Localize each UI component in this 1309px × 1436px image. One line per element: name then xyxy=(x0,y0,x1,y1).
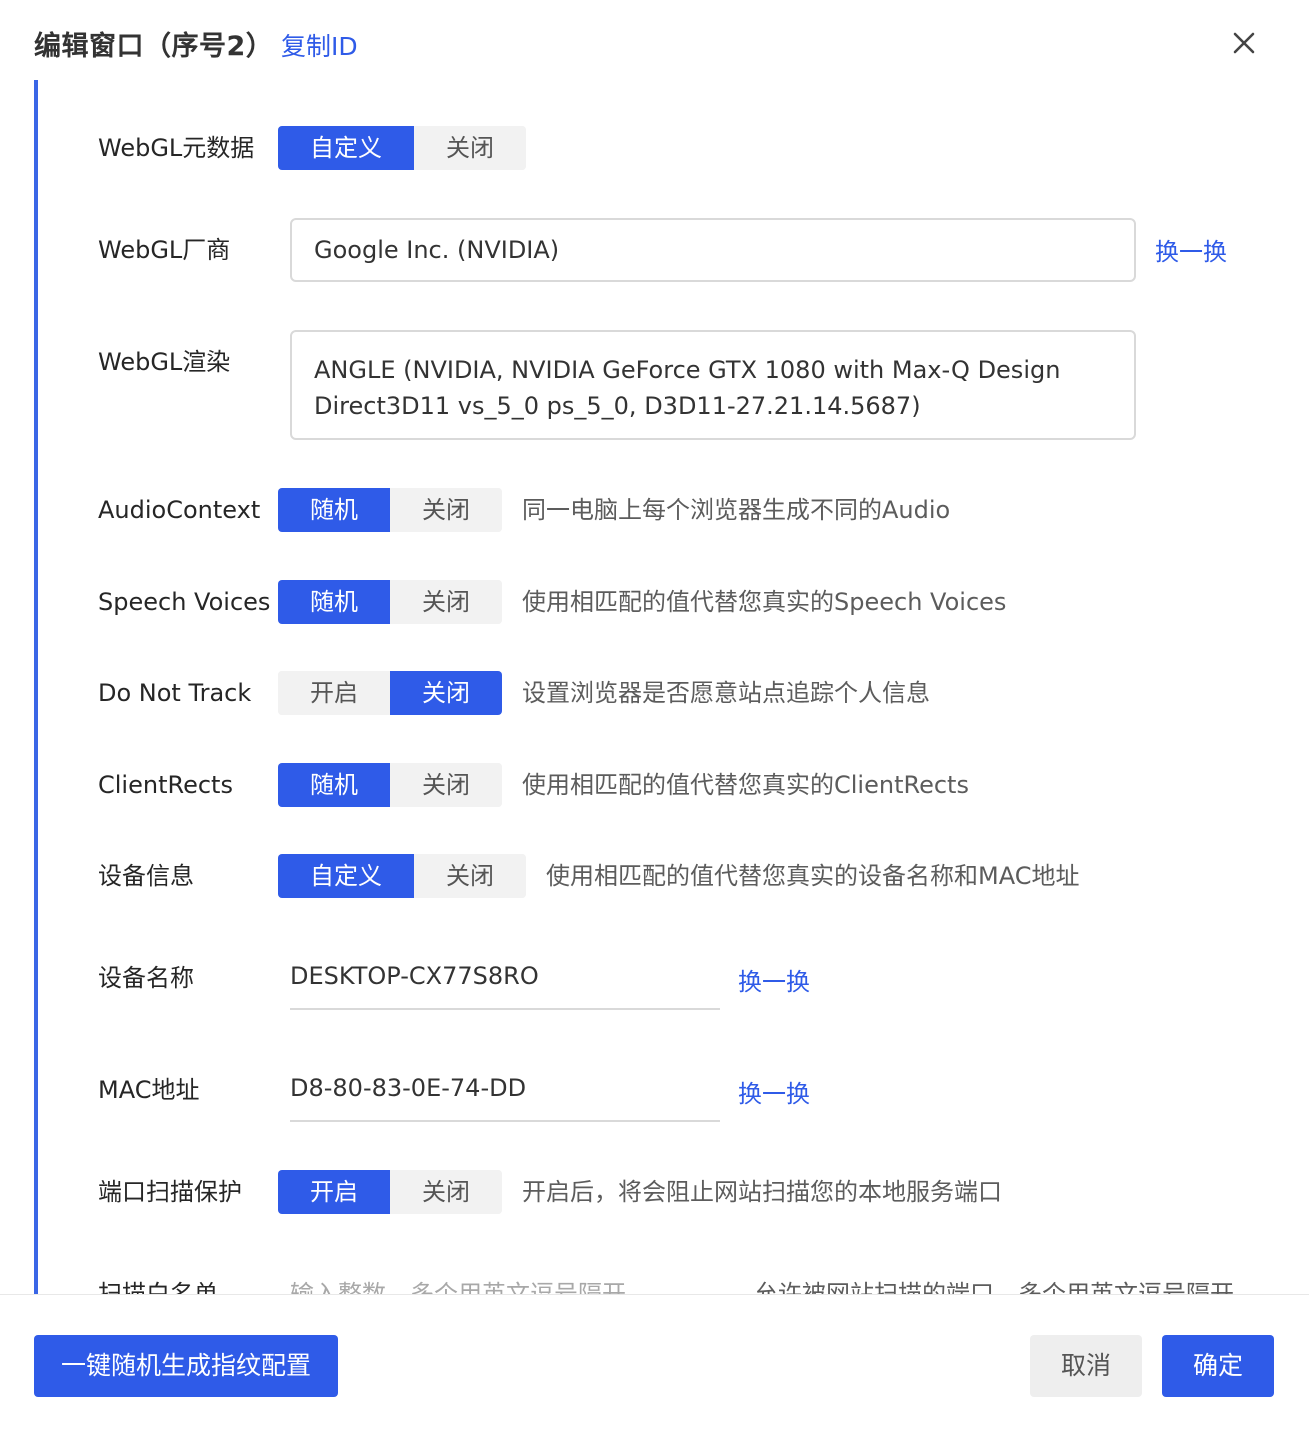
row-webgl-render: WebGL渲染 ANGLE (NVIDIA, NVIDIA GeForce GT… xyxy=(98,330,1278,440)
label-mac-address: MAC地址 xyxy=(98,1076,200,1104)
row-mac-address: MAC地址 D8-80-83-0E-74-DD 换一换 xyxy=(98,1068,1278,1124)
label-client-rects: ClientRects xyxy=(98,771,233,799)
close-button[interactable] xyxy=(1225,24,1263,62)
row-client-rects: ClientRects 随机 关闭 使用相匹配的值代替您真实的ClientRec… xyxy=(98,763,1278,813)
row-do-not-track: Do Not Track 开启 关闭 设置浏览器是否愿意站点追踪个人信息 xyxy=(98,671,1278,721)
row-speech-voices: Speech Voices 随机 关闭 使用相匹配的值代替您真实的Speech … xyxy=(98,580,1278,630)
segment-audio-context: 随机 关闭 xyxy=(278,488,502,532)
option-client-rects-off[interactable]: 关闭 xyxy=(390,763,502,807)
scan-whitelist-input[interactable]: 输入整数，多个用英文逗号隔开 xyxy=(290,1272,626,1294)
label-speech-voices: Speech Voices xyxy=(98,588,271,616)
dialog-header: 编辑窗口（序号2） 复制ID xyxy=(0,0,1309,80)
device-name-input[interactable]: DESKTOP-CX77S8RO xyxy=(290,956,720,1010)
desc-scan-whitelist: 允许被网站扫描的端口，多个用英文逗号隔开 xyxy=(754,1280,1234,1294)
cancel-button[interactable]: 取消 xyxy=(1030,1335,1142,1397)
option-dnt-off[interactable]: 关闭 xyxy=(390,671,502,715)
mac-address-swap-link[interactable]: 换一换 xyxy=(738,1074,810,1109)
option-audio-off[interactable]: 关闭 xyxy=(390,488,502,532)
option-speech-off[interactable]: 关闭 xyxy=(390,580,502,624)
label-webgl-meta: WebGL元数据 xyxy=(98,134,255,162)
label-scan-whitelist: 扫描白名单 xyxy=(98,1280,218,1294)
mac-address-input[interactable]: D8-80-83-0E-74-DD xyxy=(290,1068,720,1122)
settings-scroll-area[interactable]: WebGL元数据 自定义 关闭 WebGL厂商 Google Inc. (NVI… xyxy=(0,0,1309,1294)
dialog-title: 编辑窗口（序号2） xyxy=(34,31,274,62)
label-webgl-render: WebGL渲染 xyxy=(98,348,231,376)
confirm-button[interactable]: 确定 xyxy=(1162,1335,1274,1397)
random-fingerprint-button[interactable]: 一键随机生成指纹配置 xyxy=(34,1335,338,1397)
option-device-info-off[interactable]: 关闭 xyxy=(414,854,526,898)
option-device-info-custom[interactable]: 自定义 xyxy=(278,854,414,898)
copy-id-link[interactable]: 复制ID xyxy=(281,27,358,63)
option-speech-random[interactable]: 随机 xyxy=(278,580,390,624)
label-audio-context: AudioContext xyxy=(98,496,261,524)
label-port-protect: 端口扫描保护 xyxy=(98,1178,242,1206)
desc-client-rects: 使用相匹配的值代替您真实的ClientRects xyxy=(522,771,969,799)
label-do-not-track: Do Not Track xyxy=(98,679,252,707)
row-webgl-meta: WebGL元数据 自定义 关闭 xyxy=(98,126,1278,176)
webgl-vendor-swap-link[interactable]: 换一换 xyxy=(1155,232,1227,267)
webgl-render-line-2: Direct3D11 vs_5_0 ps_5_0, D3D11-27.21.14… xyxy=(314,392,921,420)
segment-speech-voices: 随机 关闭 xyxy=(278,580,502,624)
segment-do-not-track: 开启 关闭 xyxy=(278,671,502,715)
device-name-swap-link[interactable]: 换一换 xyxy=(738,962,810,997)
desc-device-info: 使用相匹配的值代替您真实的设备名称和MAC地址 xyxy=(546,862,1080,890)
desc-audio-context: 同一电脑上每个浏览器生成不同的Audio xyxy=(522,496,951,524)
option-webgl-meta-off[interactable]: 关闭 xyxy=(414,126,526,170)
row-device-info: 设备信息 自定义 关闭 使用相匹配的值代替您真实的设备名称和MAC地址 xyxy=(98,854,1278,904)
segment-webgl-meta: 自定义 关闭 xyxy=(278,126,526,170)
option-port-protect-off[interactable]: 关闭 xyxy=(390,1170,502,1214)
dialog-footer: 一键随机生成指纹配置 取消 确定 xyxy=(0,1294,1309,1436)
label-device-info: 设备信息 xyxy=(98,862,194,890)
label-device-name: 设备名称 xyxy=(98,964,194,992)
row-webgl-vendor: WebGL厂商 Google Inc. (NVIDIA) 换一换 xyxy=(98,218,1278,282)
label-webgl-vendor: WebGL厂商 xyxy=(98,236,231,264)
webgl-render-line-1: ANGLE (NVIDIA, NVIDIA GeForce GTX 1080 w… xyxy=(314,356,1061,384)
desc-port-protect: 开启后，将会阻止网站扫描您的本地服务端口 xyxy=(522,1178,1002,1206)
option-dnt-on[interactable]: 开启 xyxy=(278,671,390,715)
segment-client-rects: 随机 关闭 xyxy=(278,763,502,807)
row-audio-context: AudioContext 随机 关闭 同一电脑上每个浏览器生成不同的Audio xyxy=(98,488,1278,538)
webgl-render-textarea[interactable]: ANGLE (NVIDIA, NVIDIA GeForce GTX 1080 w… xyxy=(290,330,1136,440)
segment-port-protect: 开启 关闭 xyxy=(278,1170,502,1214)
option-client-rects-random[interactable]: 随机 xyxy=(278,763,390,807)
option-audio-random[interactable]: 随机 xyxy=(278,488,390,532)
option-webgl-meta-custom[interactable]: 自定义 xyxy=(278,126,414,170)
segment-device-info: 自定义 关闭 xyxy=(278,854,526,898)
close-icon xyxy=(1233,32,1255,54)
desc-do-not-track: 设置浏览器是否愿意站点追踪个人信息 xyxy=(522,679,930,707)
row-port-protect: 端口扫描保护 开启 关闭 开启后，将会阻止网站扫描您的本地服务端口 xyxy=(98,1170,1278,1220)
row-scan-whitelist: 扫描白名单 输入整数，多个用英文逗号隔开 允许被网站扫描的端口，多个用英文逗号隔… xyxy=(98,1272,1278,1294)
section-accent-bar xyxy=(34,72,38,1294)
desc-speech-voices: 使用相匹配的值代替您真实的Speech Voices xyxy=(522,588,1007,616)
row-device-name: 设备名称 DESKTOP-CX77S8RO 换一换 xyxy=(98,956,1278,1012)
webgl-vendor-input[interactable]: Google Inc. (NVIDIA) xyxy=(290,218,1136,282)
option-port-protect-on[interactable]: 开启 xyxy=(278,1170,390,1214)
